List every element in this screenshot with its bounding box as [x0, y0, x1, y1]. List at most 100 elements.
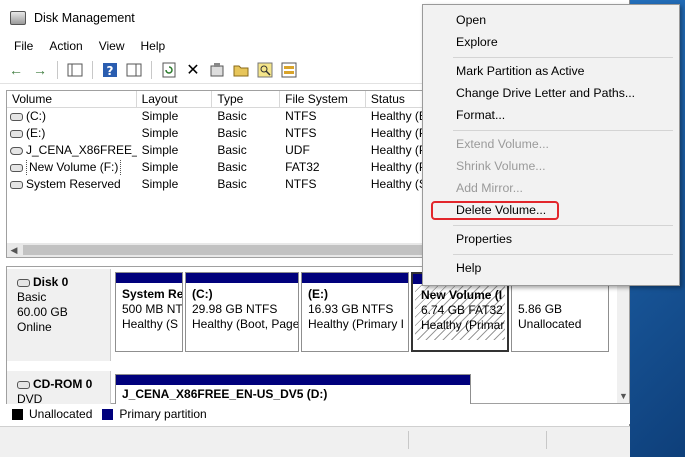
partition-info: J_CENA_X86FREE_EN-US_DV5 (D:)	[116, 385, 470, 402]
menu-item-mark-active[interactable]: Mark Partition as Active	[456, 63, 584, 79]
menu-item-help[interactable]: Help	[456, 260, 481, 276]
unallocated-swatch	[12, 408, 23, 420]
type-cell: Basic	[217, 109, 247, 123]
refresh-icon[interactable]	[159, 60, 179, 80]
partition-status: Healthy (Primar	[421, 318, 505, 332]
disk-size: 60.00 GB	[17, 305, 68, 319]
delete-volume-highlight	[431, 201, 559, 220]
settings-icon[interactable]	[207, 60, 227, 80]
scroll-left-icon[interactable]: ◀	[7, 245, 21, 256]
svg-text:?: ?	[107, 64, 114, 78]
type-cell: Basic	[217, 160, 247, 174]
partition-bar	[116, 375, 470, 385]
disk-0-label[interactable]: Disk 0 Basic 60.00 GB Online	[7, 269, 111, 361]
partition-info: System Re 500 MB NT Healthy (S	[116, 283, 182, 332]
partition-status: Healthy (Primary I	[308, 317, 405, 331]
partition-info: (E:) 16.93 GB NTFS Healthy (Primary I	[302, 283, 408, 332]
menu-view[interactable]: View	[91, 39, 133, 53]
toolbar-separator	[57, 60, 58, 79]
disk-layout-pane: Disk 0 Basic 60.00 GB Online System Re 5…	[6, 266, 630, 414]
partition-info: New Volume (I 6.74 GB FAT32 Healthy (Pri…	[415, 284, 505, 340]
status-divider	[546, 431, 547, 449]
menu-item-open[interactable]: Open	[456, 12, 486, 28]
partition-name: (E:)	[308, 287, 328, 301]
toolbar-separator	[151, 60, 152, 79]
file-system-cell: NTFS	[285, 109, 317, 123]
volume-cell: (C:)	[7, 108, 137, 125]
column-volume[interactable]: Volume	[7, 91, 137, 107]
volume-name: (E:)	[26, 126, 46, 140]
cd-drive-icon	[10, 146, 23, 155]
partition-c[interactable]: (C:) 29.98 GB NTFS Healthy (Boot, Page	[185, 272, 299, 352]
forward-icon[interactable]: →	[30, 60, 50, 80]
partition-info: (C:) 29.98 GB NTFS Healthy (Boot, Page	[186, 283, 298, 332]
partition-status: Healthy (Boot, Page	[192, 317, 299, 331]
scrollbar-thumb[interactable]	[23, 245, 423, 255]
primary-partition-swatch	[102, 408, 114, 420]
file-system-cell: UDF	[285, 143, 310, 157]
volume-cell: (E:)	[7, 125, 137, 142]
menu-help[interactable]: Help	[133, 39, 174, 53]
drive-icon	[10, 180, 23, 189]
scroll-down-icon[interactable]: ▼	[619, 391, 628, 401]
disk-kind: Basic	[17, 290, 47, 304]
partition-name: New Volume (I	[421, 288, 503, 302]
disk-wizard-icon[interactable]	[279, 60, 299, 80]
layout-cell: Simple	[141, 143, 179, 157]
disk-name: Disk 0	[33, 275, 69, 289]
partition-size: 29.98 GB NTFS	[192, 302, 278, 316]
console-tree-icon[interactable]	[65, 60, 85, 80]
partition-size: 500 MB NT	[122, 302, 183, 316]
disk-name: CD-ROM 0	[33, 377, 93, 391]
search-icon[interactable]	[255, 60, 275, 80]
volume-cell: J_CENA_X86FREE_...	[7, 142, 137, 159]
partition-e[interactable]: (E:) 16.93 GB NTFS Healthy (Primary I	[301, 272, 409, 352]
delete-icon[interactable]: ✕	[183, 60, 203, 80]
partition-bar	[302, 273, 408, 283]
toolbar-separator	[92, 60, 93, 79]
layout-cell: Simple	[141, 126, 179, 140]
cd-drive-icon	[17, 380, 30, 389]
menu-item-format[interactable]: Format...	[456, 107, 505, 123]
disk-management-icon	[10, 11, 26, 25]
partition-status: Healthy (S	[122, 317, 179, 331]
status-bar	[0, 426, 630, 457]
menu-separator	[453, 225, 673, 226]
menu-item-extend-volume: Extend Volume...	[456, 137, 549, 151]
partition-size: 6.74 GB FAT32	[421, 303, 503, 317]
type-cell: Basic	[217, 143, 247, 157]
menu-item-properties[interactable]: Properties	[456, 231, 512, 247]
partition-bar	[116, 273, 182, 283]
partition-name: System Re	[122, 287, 183, 301]
menu-file[interactable]: File	[6, 39, 41, 53]
vertical-scrollbar[interactable]: ▼	[617, 267, 629, 403]
menu-item-shrink-volume: Shrink Volume...	[456, 159, 546, 173]
help-icon[interactable]: ?	[100, 60, 120, 80]
menu-item-change-drive-letter[interactable]: Change Drive Letter and Paths...	[456, 85, 635, 101]
partition-size: 16.93 GB NTFS	[308, 302, 394, 316]
menu-item-explore[interactable]: Explore	[456, 34, 498, 50]
legend: Unallocated Primary partition	[6, 404, 630, 424]
layout-cell: Simple	[141, 109, 179, 123]
volume-name: New Volume (F:)	[26, 159, 122, 176]
partition-system-reserved[interactable]: System Re 500 MB NT Healthy (S	[115, 272, 183, 352]
column-layout[interactable]: Layout	[137, 91, 213, 107]
volume-cell: New Volume (F:)	[7, 159, 137, 176]
back-icon[interactable]: ←	[6, 60, 26, 80]
partition-name: J_CENA_X86FREE_EN-US_DV5 (D:)	[122, 387, 328, 401]
menu-separator	[453, 130, 673, 131]
open-folder-icon[interactable]	[231, 60, 251, 80]
disk-icon	[17, 278, 30, 287]
column-file-system[interactable]: File System	[280, 91, 366, 107]
partition-name: (C:)	[192, 287, 213, 301]
partition-size: 5.86 GB	[518, 302, 563, 316]
menu-separator	[453, 254, 673, 255]
column-type[interactable]: Type	[212, 91, 281, 107]
properties-pane-icon[interactable]	[124, 60, 144, 80]
menu-separator	[453, 57, 673, 58]
menu-action[interactable]: Action	[41, 39, 90, 53]
file-system-cell: NTFS	[285, 126, 317, 140]
drive-icon	[10, 129, 23, 138]
partition-status: Unallocated	[518, 317, 582, 331]
partition-info: 5.86 GB Unallocated	[512, 283, 608, 332]
